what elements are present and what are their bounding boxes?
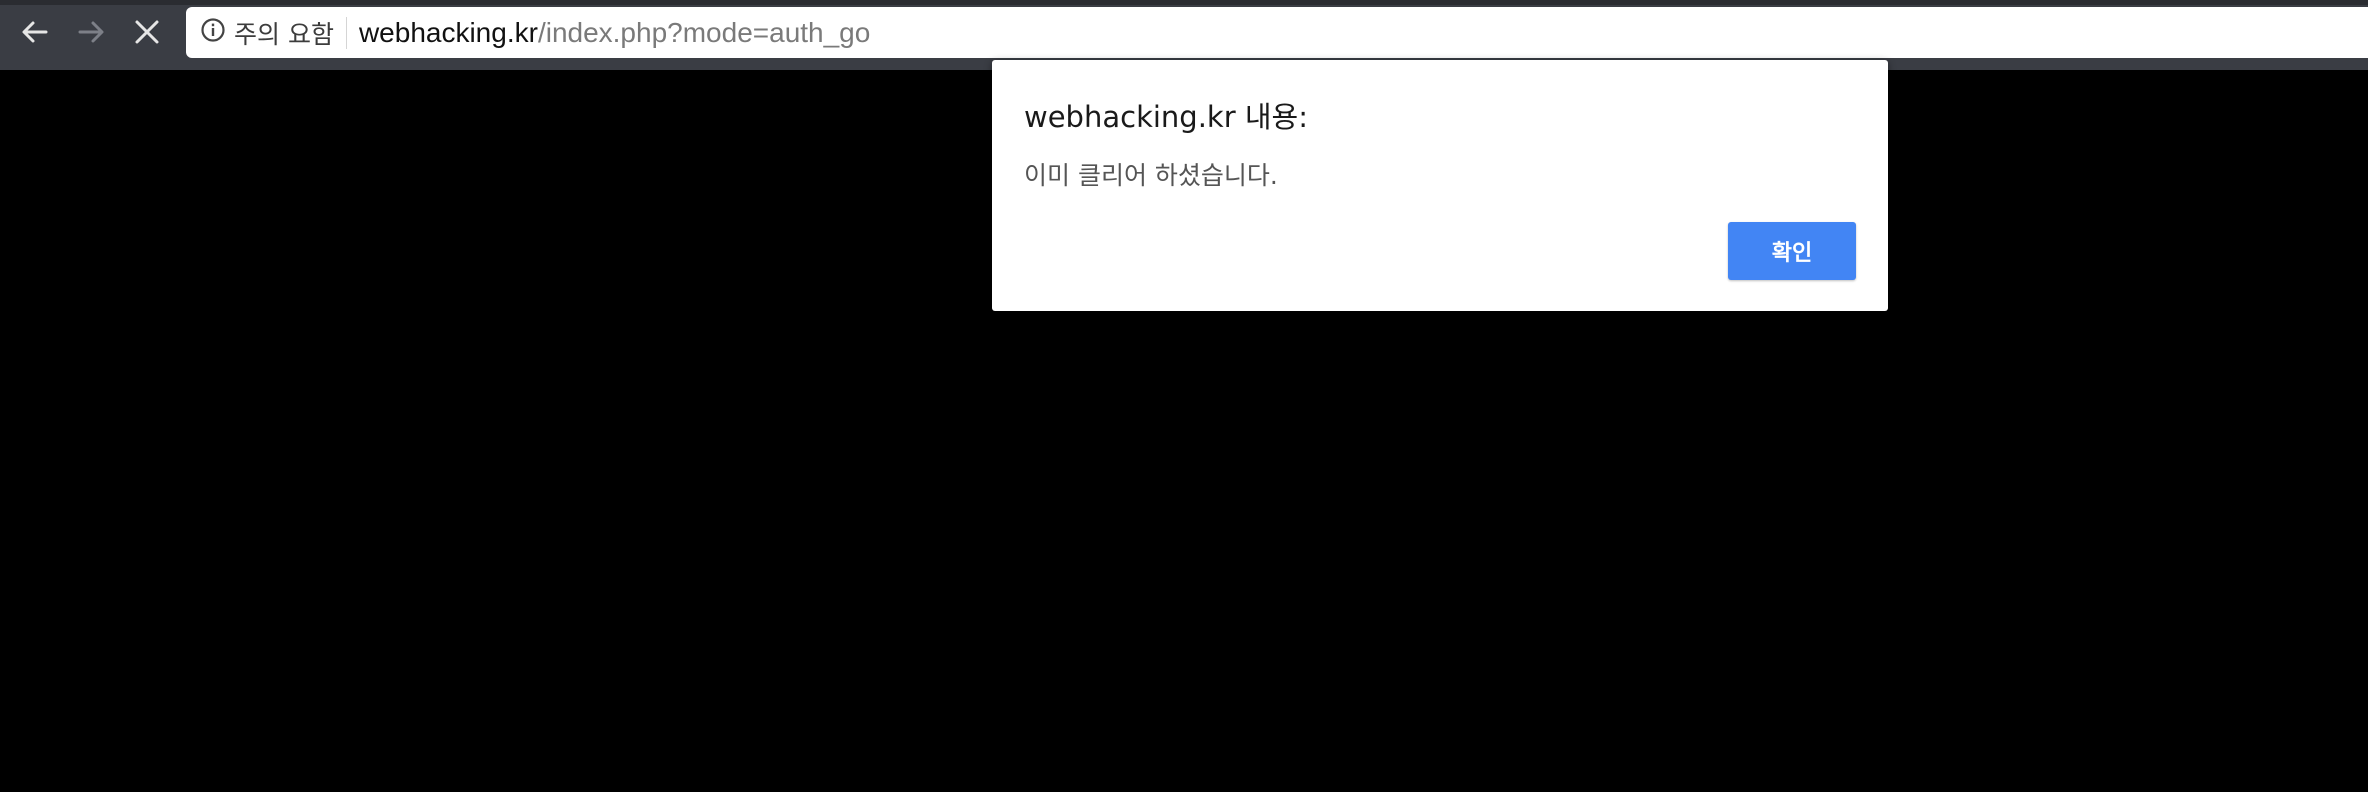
alert-dialog: webhacking.kr 내용: 이미 클리어 하셨습니다. 확인 [992,60,1888,311]
url-host: webhacking.kr [358,16,538,48]
ok-button[interactable]: 확인 [1728,222,1856,280]
alert-title: webhacking.kr 내용: [1024,100,1308,134]
forward-button[interactable] [66,8,116,56]
stop-loading-button[interactable] [122,8,172,56]
info-circle-icon [200,17,226,48]
arrow-left-icon [19,16,51,48]
address-bar[interactable]: 주의 요함 webhacking.kr/index.php?mode=auth_… [186,7,2368,58]
arrow-right-icon [75,16,107,48]
url-text[interactable]: webhacking.kr/index.php?mode=auth_go [359,17,870,49]
toolbar-top-edge [0,0,2368,5]
url-path: /index.php?mode=auth_go [537,16,871,48]
security-label: 주의 요함 [234,19,334,49]
security-indicator[interactable]: 주의 요함 [200,16,347,49]
close-icon [132,17,162,47]
alert-message: 이미 클리어 하셨습니다. [1024,161,1278,190]
back-button[interactable] [10,8,60,56]
